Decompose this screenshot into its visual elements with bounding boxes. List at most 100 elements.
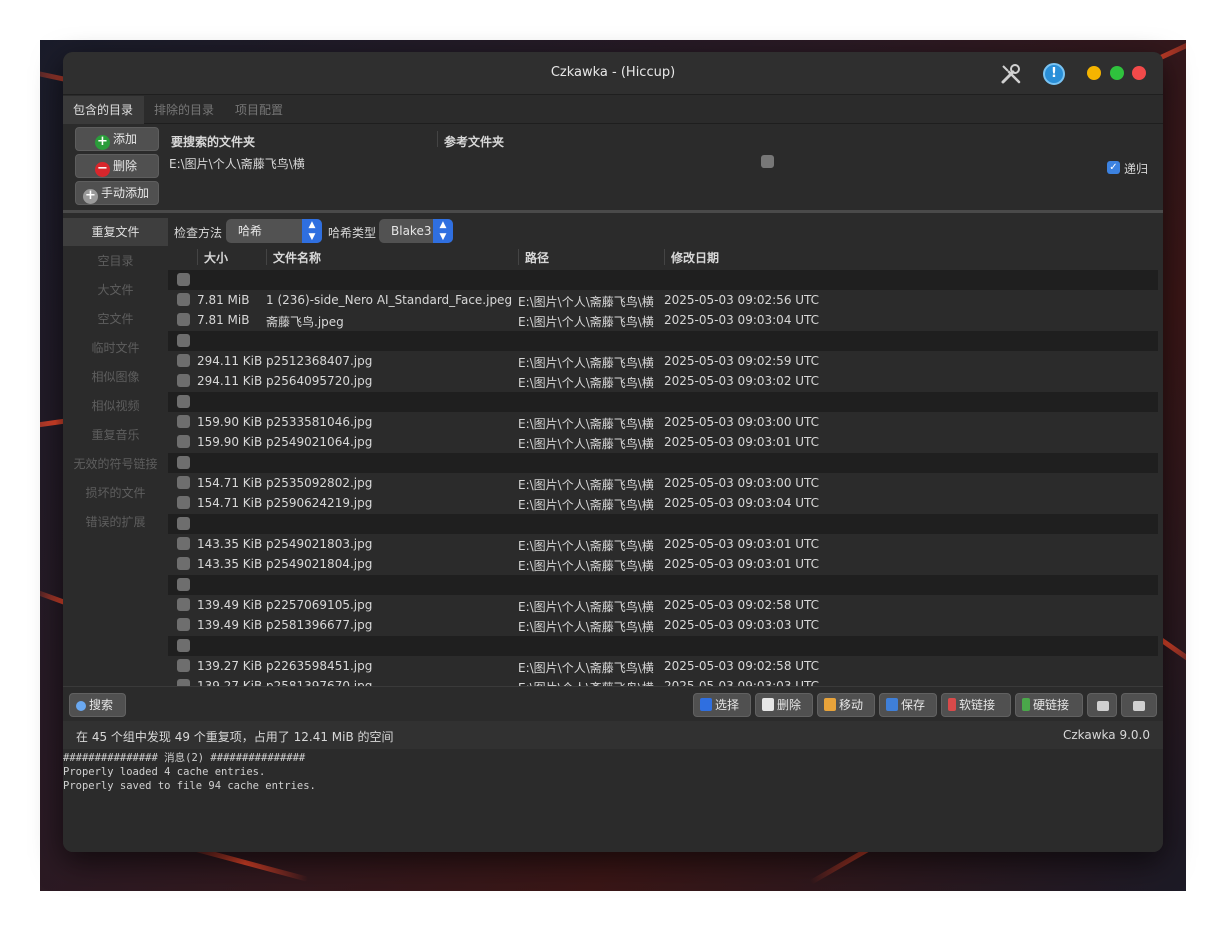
row-checkbox[interactable]	[177, 293, 190, 306]
sort-button[interactable]	[1087, 693, 1117, 717]
maximize-button[interactable]	[1110, 66, 1124, 80]
manual-add-label: 手动添加	[101, 186, 150, 200]
dir-path[interactable]: E:\图片\个人\斋藤飞鸟\横	[169, 155, 305, 172]
table-row[interactable]: 143.35 KiB p2549021804.jpg E:\图片\个人\斋藤飞鸟\横…	[168, 554, 1158, 574]
row-checkbox[interactable]	[177, 476, 190, 489]
recursive-checkbox[interactable]: ✓	[1107, 161, 1120, 174]
column-divider	[437, 131, 438, 147]
row-checkbox[interactable]	[177, 374, 190, 387]
column-filename[interactable]: 文件名称	[266, 249, 321, 265]
cell-path: E:\图片\个人\斋藤飞鸟\横	[518, 620, 654, 634]
group-header-row[interactable]	[168, 392, 1158, 412]
group-checkbox[interactable]	[177, 639, 190, 652]
table-row[interactable]: 154.71 KiB p2535092802.jpg E:\图片\个人\斋藤飞鸟\横…	[168, 473, 1158, 493]
group-checkbox[interactable]	[177, 334, 190, 347]
table-row[interactable]: 159.90 KiB p2549021064.jpg E:\图片\个人\斋藤飞鸟\横…	[168, 432, 1158, 452]
tab-bar: 包含的目录 排除的目录 项目配置	[63, 96, 1163, 124]
row-checkbox[interactable]	[177, 537, 190, 550]
remove-dir-label: 删除	[113, 159, 138, 173]
cell-filename: p2535092802.jpg	[266, 476, 373, 490]
table-row[interactable]: 139.49 KiB p2257069105.jpg E:\图片\个人\斋藤飞鸟\横…	[168, 595, 1158, 615]
row-checkbox[interactable]	[177, 435, 190, 448]
about-icon[interactable]: !	[1043, 63, 1065, 85]
cell-size: 294.11 KiB	[197, 354, 263, 368]
table-row[interactable]: 139.27 KiB p2263598451.jpg E:\图片\个人\斋藤飞鸟\横…	[168, 656, 1158, 676]
column-modified[interactable]: 修改日期	[664, 249, 719, 265]
row-checkbox[interactable]	[177, 354, 190, 367]
results-table: 7.81 MiB 1 (236)-side_Nero AI_Standard_Fa…	[168, 270, 1163, 686]
hash-type-value: Blake3	[391, 224, 432, 238]
sidebar-item-duplicate-music[interactable]: 重复音乐	[63, 421, 168, 449]
table-row[interactable]: 7.81 MiB 1 (236)-side_Nero AI_Standard_Fa…	[168, 290, 1158, 310]
group-checkbox[interactable]	[177, 395, 190, 408]
collapse-button[interactable]	[1121, 693, 1157, 717]
move-label: 移动	[839, 698, 864, 712]
row-checkbox[interactable]	[177, 313, 190, 326]
sidebar-item-broken-files[interactable]: 损坏的文件	[63, 479, 168, 507]
minimize-button[interactable]	[1087, 66, 1101, 80]
group-header-row[interactable]	[168, 270, 1158, 290]
sidebar-item-big-files[interactable]: 大文件	[63, 276, 168, 304]
group-checkbox[interactable]	[177, 273, 190, 286]
group-header-row[interactable]	[168, 575, 1158, 595]
save-button[interactable]: 保存	[879, 693, 937, 717]
directory-panel: + 添加 − 删除 + 手动添加 要搜索的文件夹 参考文件夹 E:\图片\个人\斋藤飞…	[63, 125, 1163, 213]
search-button[interactable]: 搜索	[69, 693, 126, 717]
row-checkbox[interactable]	[177, 618, 190, 631]
sidebar-item-temp-files[interactable]: 临时文件	[63, 334, 168, 362]
table-row[interactable]: 139.49 KiB p2581396677.jpg E:\图片\个人\斋藤飞鸟\横…	[168, 615, 1158, 635]
remove-dir-button[interactable]: − 删除	[75, 154, 159, 178]
table-row[interactable]: 294.11 KiB p2564095720.jpg E:\图片\个人\斋藤飞鸟\横…	[168, 371, 1158, 391]
tab-item-config[interactable]: 项目配置	[225, 96, 293, 124]
column-path[interactable]: 路径	[518, 249, 549, 265]
cell-modified: 2025-05-03 09:03:02 UTC	[664, 374, 820, 388]
tools-icon[interactable]	[999, 62, 1023, 86]
sidebar-item-empty-dirs[interactable]: 空目录	[63, 247, 168, 275]
check-method-select[interactable]: 哈希 ▲ ▼	[226, 219, 322, 243]
column-size[interactable]: 大小	[197, 249, 228, 265]
row-checkbox[interactable]	[177, 557, 190, 570]
table-row[interactable]: 139.27 KiBp2581397670.jpg E:\图片\个人\斋藤飞鸟\横…	[168, 676, 1158, 686]
delete-button[interactable]: 删除	[755, 693, 813, 717]
close-button[interactable]	[1132, 66, 1146, 80]
table-row[interactable]: 159.90 KiB p2533581046.jpg E:\图片\个人\斋藤飞鸟\横…	[168, 412, 1158, 432]
manual-add-button[interactable]: + 手动添加	[75, 181, 159, 205]
group-header-row[interactable]	[168, 453, 1158, 473]
group-header-row[interactable]	[168, 331, 1158, 351]
hardlink-button[interactable]: 硬链接	[1015, 693, 1083, 717]
group-header-row[interactable]	[168, 636, 1158, 656]
reference-checkbox[interactable]	[761, 155, 774, 168]
move-button[interactable]: 移动	[817, 693, 875, 717]
row-checkbox[interactable]	[177, 659, 190, 672]
row-checkbox[interactable]	[177, 598, 190, 611]
group-checkbox[interactable]	[177, 456, 190, 469]
cell-filename: p2512368407.jpg	[266, 354, 373, 368]
table-row[interactable]: 7.81 MiB 斋藤飞鸟.jpeg E:\图片\个人\斋藤飞鸟\横 2025-05-…	[168, 310, 1158, 330]
select-icon	[700, 698, 712, 711]
cell-filename: 1 (236)-side_Nero AI_Standard_Face.jpeg	[266, 293, 513, 307]
group-checkbox[interactable]	[177, 517, 190, 530]
sidebar-item-similar-videos[interactable]: 相似视频	[63, 392, 168, 420]
cell-modified: 2025-05-03 09:03:03 UTC	[664, 618, 820, 632]
select-button[interactable]: 选择	[693, 693, 751, 717]
row-checkbox[interactable]	[177, 496, 190, 509]
table-row[interactable]: 143.35 KiB p2549021803.jpg E:\图片\个人\斋藤飞鸟\横…	[168, 534, 1158, 554]
cell-modified: 2025-05-03 09:03:04 UTC	[664, 496, 820, 510]
hash-type-select[interactable]: Blake3 ▲ ▼	[379, 219, 453, 243]
add-dir-button[interactable]: + 添加	[75, 127, 159, 151]
row-checkbox[interactable]	[177, 679, 190, 686]
group-checkbox[interactable]	[177, 578, 190, 591]
sidebar-item-empty-files[interactable]: 空文件	[63, 305, 168, 333]
table-row[interactable]: 154.71 KiB p2590624219.jpg E:\图片\个人\斋藤飞鸟\横…	[168, 493, 1158, 513]
row-checkbox[interactable]	[177, 415, 190, 428]
symlink-button[interactable]: 软链接	[941, 693, 1011, 717]
minus-icon: −	[95, 162, 110, 177]
tab-included-dirs[interactable]: 包含的目录	[63, 96, 144, 124]
sidebar-item-duplicate-files[interactable]: 重复文件	[63, 218, 168, 246]
sidebar-item-invalid-symlinks[interactable]: 无效的符号链接	[63, 450, 168, 478]
sidebar-item-bad-extensions[interactable]: 错误的扩展	[63, 508, 168, 536]
table-row[interactable]: 294.11 KiB p2512368407.jpg E:\图片\个人\斋藤飞鸟\横…	[168, 351, 1158, 371]
tab-excluded-dirs[interactable]: 排除的目录	[144, 96, 224, 124]
sidebar-item-similar-images[interactable]: 相似图像	[63, 363, 168, 391]
group-header-row[interactable]	[168, 514, 1158, 534]
